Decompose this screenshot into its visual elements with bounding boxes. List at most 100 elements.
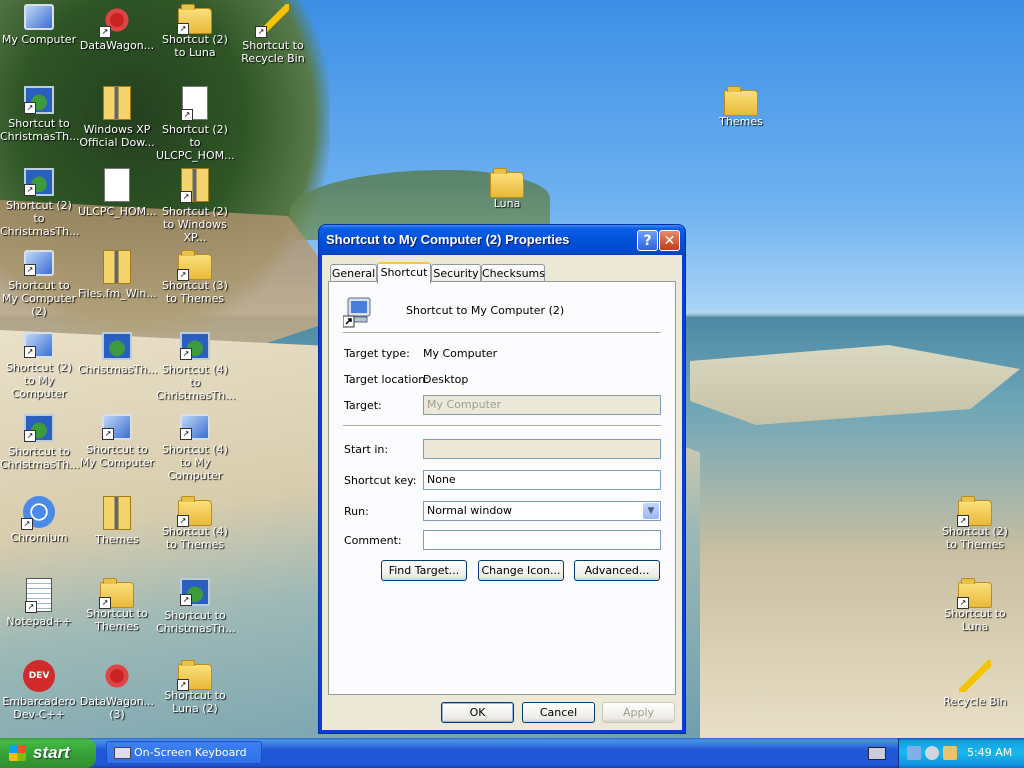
shortcut-arrow-icon: ↗: [180, 594, 192, 606]
desktop-icon[interactable]: ↗ Chromium: [0, 496, 78, 544]
run-label: Run:: [344, 505, 369, 518]
desktop-icon-label: Shortcut to Themes: [86, 607, 148, 633]
dialog-titlebar[interactable]: Shortcut to My Computer (2) Properties ?…: [319, 225, 685, 255]
desktop-icon-label: My Computer: [1, 33, 77, 46]
folder-icon: [490, 168, 524, 198]
help-button[interactable]: ?: [637, 230, 658, 251]
ok-button[interactable]: OK: [441, 702, 514, 723]
desktop-icon[interactable]: Luna: [468, 168, 546, 210]
shortcut-key-field[interactable]: None: [423, 470, 661, 490]
desktop-icon[interactable]: Files.fm_Win...: [78, 250, 157, 300]
tab-security[interactable]: Security: [431, 264, 481, 282]
cancel-button[interactable]: Cancel: [522, 702, 595, 723]
my-computer-icon: [342, 296, 375, 328]
red-icon: [101, 660, 133, 692]
desktop-icon[interactable]: ↗ Shortcut to My Computer (2): [0, 250, 78, 318]
desktop-icon[interactable]: ↗ Shortcut to Luna: [936, 578, 1014, 633]
shortcut-arrow-icon: ↗: [21, 518, 33, 530]
desktop-icon[interactable]: DataWagon... (3): [78, 660, 156, 721]
shortcut-arrow-icon: ↗: [102, 428, 114, 440]
desktop-icon[interactable]: ↗ Shortcut (4) to Themes: [156, 496, 234, 551]
desktop-icon-label: Shortcut to Luna: [944, 607, 1006, 633]
start-in-field: [423, 439, 661, 459]
desktop-icon[interactable]: ↗ Shortcut to ChristmasTh...: [0, 86, 80, 143]
network-icon[interactable]: [907, 746, 921, 760]
desktop-icon[interactable]: DEV Embarcadero Dev-C++: [0, 660, 78, 721]
start-button[interactable]: start: [0, 738, 96, 768]
volume-icon[interactable]: [925, 746, 939, 760]
desktop-icon[interactable]: ↗ Shortcut (3) to Themes: [156, 250, 234, 305]
language-bar-keyboard-icon[interactable]: [868, 747, 886, 760]
desktop-icon[interactable]: ↗ Shortcut (2) to ULCPC_HOM...: [156, 86, 235, 162]
desktop-icon[interactable]: ↗ Shortcut (2) to Themes: [936, 496, 1014, 551]
dialog-client: General Shortcut Security Checksums Shor…: [322, 255, 682, 730]
computer-icon: ↗: [180, 414, 210, 440]
desktop-icon[interactable]: Windows XP Official Dow...: [78, 86, 156, 149]
desktop-icon-label: Shortcut (3) to Themes: [162, 279, 228, 305]
boat-icon: [959, 660, 991, 692]
run-select[interactable]: Normal window ▼: [423, 501, 661, 521]
zip-icon: [103, 86, 131, 120]
desktop-icon[interactable]: My Computer: [0, 4, 78, 46]
taskbar-item-label: On-Screen Keyboard: [134, 746, 247, 759]
shortcut-arrow-icon: ↗: [24, 184, 36, 196]
notepad-icon: ↗: [25, 578, 52, 613]
shortcut-arrow-icon: ↗: [180, 191, 192, 203]
theme-icon: ↗: [180, 578, 210, 606]
shortcut-arrow-icon: ↗: [177, 269, 189, 281]
desktop-icon-label: ULCPC_HOM...: [78, 205, 157, 218]
desktop-icon[interactable]: ↗ Shortcut (2) to My Computer: [0, 332, 78, 400]
tab-checksums[interactable]: Checksums: [481, 264, 545, 282]
close-button[interactable]: ✕: [659, 230, 680, 251]
computer-icon: ↗: [24, 250, 54, 276]
desktop-icon[interactable]: ↗ DataWagon...: [78, 4, 156, 52]
target-label: Target:: [344, 399, 382, 412]
find-target-button[interactable]: Find Target...: [381, 560, 467, 581]
desktop-icon[interactable]: ↗ Shortcut to My Computer: [78, 414, 156, 469]
desktop-icon-label: Notepad++: [6, 615, 72, 628]
shortcut-arrow-icon: ↗: [24, 264, 36, 276]
system-tray: 5:49 AM: [898, 738, 1024, 768]
desktop-icon[interactable]: ↗ Shortcut (2) to Windows XP...: [156, 168, 234, 244]
desktop-icon[interactable]: ↗ Shortcut to Luna (2): [156, 660, 234, 715]
comment-field[interactable]: [423, 530, 661, 550]
tab-general[interactable]: General: [330, 264, 377, 282]
taskbar-item-on-screen-keyboard[interactable]: On-Screen Keyboard: [106, 741, 262, 764]
desktop-icon[interactable]: Themes: [702, 86, 780, 128]
desktop-icon[interactable]: ↗ Shortcut to Recycle Bin: [234, 4, 312, 65]
folder-icon: [724, 86, 758, 116]
desktop-icon[interactable]: ↗ Notepad++: [0, 578, 78, 628]
start-in-label: Start in:: [344, 443, 389, 456]
tray-app-icon[interactable]: [943, 746, 957, 760]
shortcut-arrow-icon: ↗: [180, 428, 192, 440]
desktop-icon[interactable]: Themes: [78, 496, 156, 546]
theme-icon: ↗: [24, 168, 54, 196]
desktop-icon[interactable]: ↗ Shortcut to ChristmasTh...: [0, 414, 80, 471]
desktop-icon[interactable]: ChristmasTh...: [78, 332, 158, 376]
change-icon-button[interactable]: Change Icon...: [478, 560, 564, 581]
desktop-icon[interactable]: ULCPC_HOM...: [78, 168, 157, 218]
comment-label: Comment:: [344, 534, 402, 547]
target-location-value: Desktop: [423, 373, 469, 386]
desktop-icon[interactable]: ↗ Shortcut (4) to My Computer: [156, 414, 234, 482]
folder-icon: ↗: [177, 4, 212, 35]
chevron-down-icon[interactable]: ▼: [643, 503, 659, 519]
boat-icon: ↗: [255, 4, 289, 38]
desktop-icon[interactable]: ↗ Shortcut to Themes: [78, 578, 156, 633]
desktop-icon-label: Chromium: [10, 531, 68, 544]
desktop-icon[interactable]: Recycle Bin: [936, 660, 1014, 708]
clock[interactable]: 5:49 AM: [967, 738, 1012, 768]
theme-icon: [102, 332, 132, 360]
desktop-icon[interactable]: ↗ Shortcut (4) to ChristmasTh...: [156, 332, 236, 402]
advanced-button[interactable]: Advanced...: [574, 560, 660, 581]
shortcut-arrow-icon: ↗: [180, 348, 192, 360]
shortcut-tab-pane: Shortcut to My Computer (2) Target type:…: [328, 281, 676, 695]
desktop-icon-label: Files.fm_Win...: [78, 287, 157, 300]
desktop-icon[interactable]: ↗ Shortcut to ChristmasTh...: [156, 578, 236, 635]
shortcut-arrow-icon: ↗: [24, 102, 36, 114]
separator: [343, 425, 661, 427]
desktop-icon[interactable]: ↗ Shortcut (2) to Luna: [156, 4, 234, 59]
tab-shortcut[interactable]: Shortcut: [377, 262, 431, 284]
desktop-icon-label: Shortcut to ChristmasTh...: [0, 117, 80, 143]
desktop-icon[interactable]: ↗ Shortcut (2) to ChristmasTh...: [0, 168, 80, 238]
